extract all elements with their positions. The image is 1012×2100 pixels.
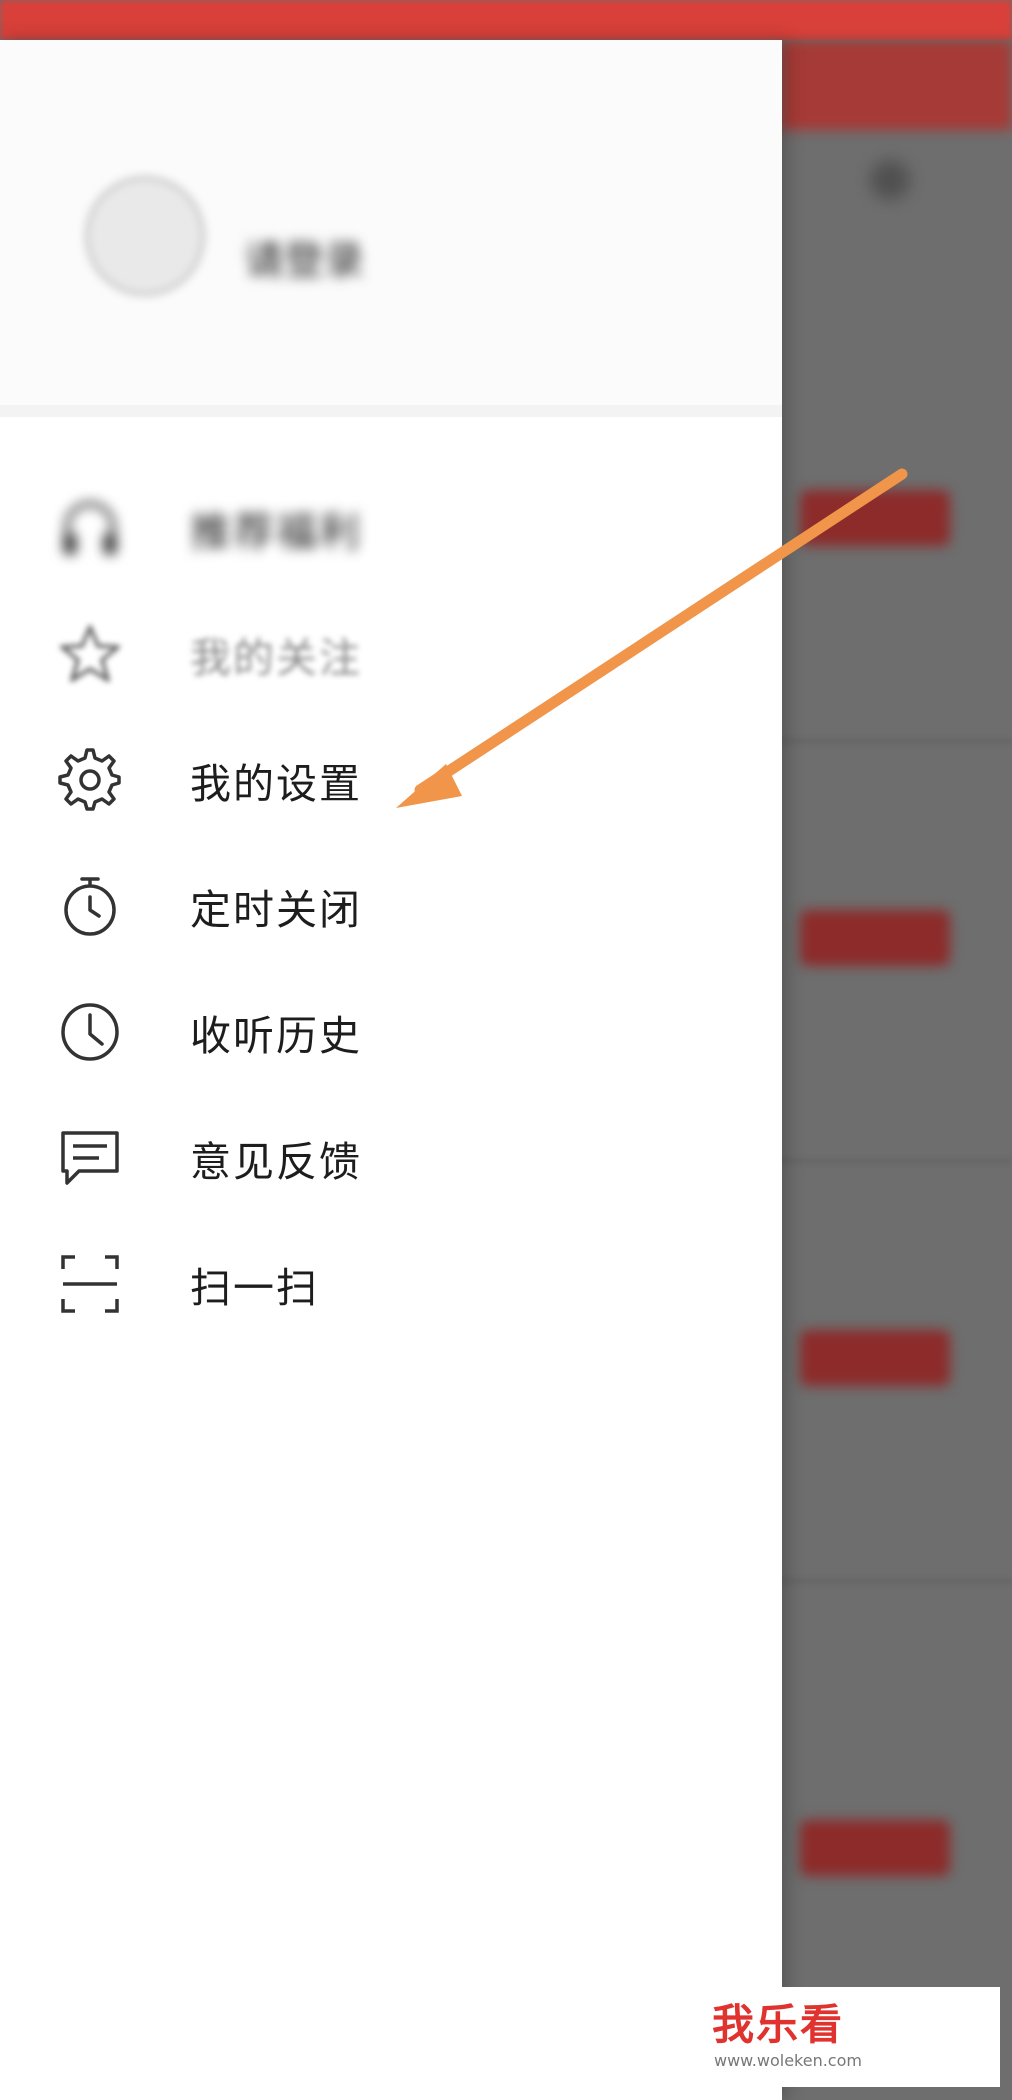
menu-item-settings[interactable]: 我的设置 xyxy=(0,720,782,840)
watermark: 我乐看 www.woleken.com xyxy=(700,1987,1000,2087)
watermark-url: www.woleken.com xyxy=(714,2051,862,2070)
menu-item-label: 收听历史 xyxy=(190,1012,362,1060)
clock-icon xyxy=(61,1003,119,1061)
menu-item-sleep-timer[interactable]: 定时关闭 xyxy=(0,846,782,966)
scan-icon xyxy=(61,1255,119,1313)
stopwatch-icon xyxy=(64,877,116,936)
background-divider xyxy=(780,1580,1012,1582)
background-tag xyxy=(800,910,950,966)
menu-item-label: 扫一扫 xyxy=(190,1264,319,1312)
star-icon xyxy=(60,625,120,682)
menu-item-label: 我的关注 xyxy=(190,634,362,682)
menu-item-label: 我的设置 xyxy=(190,760,362,808)
background-divider xyxy=(780,740,1012,742)
menu-item-history[interactable]: 收听历史 xyxy=(0,972,782,1092)
menu-item-feedback[interactable]: 意见反馈 xyxy=(0,1098,782,1218)
avatar[interactable] xyxy=(84,175,206,297)
gear-icon xyxy=(58,748,121,811)
background-tag xyxy=(800,490,950,546)
menu-item-welfare[interactable]: 推荐福利 xyxy=(0,468,782,588)
menu-item-label: 推荐福利 xyxy=(190,508,362,556)
menu-item-label: 定时关闭 xyxy=(190,886,362,934)
status-bar xyxy=(0,0,1012,40)
chat-icon xyxy=(61,1131,119,1185)
menu-item-scan[interactable]: 扫一扫 xyxy=(0,1224,782,1344)
menu-item-following[interactable]: 我的关注 xyxy=(0,594,782,714)
watermark-logo: 我乐看 xyxy=(712,2000,845,2049)
background-divider xyxy=(780,1160,1012,1162)
menu-item-label: 意见反馈 xyxy=(190,1138,362,1186)
side-drawer: 请登录 推荐福利 我的关注 我的设置 定时关闭 收听历史 意见反馈 扫一扫 xyxy=(0,40,782,2100)
background-app-content xyxy=(780,40,1012,2100)
background-tag xyxy=(800,1330,950,1386)
headphones-icon xyxy=(63,501,117,555)
background-icon xyxy=(870,160,910,200)
background-header xyxy=(780,40,1012,130)
login-prompt[interactable]: 请登录 xyxy=(244,228,364,286)
profile-header[interactable]: 请登录 xyxy=(0,40,782,417)
background-tag xyxy=(800,1820,950,1876)
